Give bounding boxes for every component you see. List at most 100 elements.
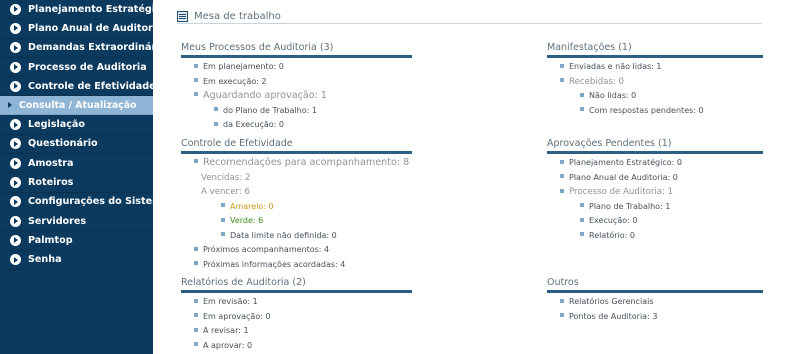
nav-label: Configurações do Sistema (28, 196, 169, 208)
list-item[interactable]: Verde: 6 (181, 214, 412, 229)
arrow-circle-icon (10, 22, 21, 34)
section-aprovacoes-pendentes: Aprovações Pendentes (1) Planejamento Es… (547, 138, 763, 243)
nav-servidores[interactable]: Servidores (0, 212, 153, 232)
nav-label: Legislação (28, 119, 86, 131)
list-item[interactable]: Plano de Trabalho: 1 (547, 200, 763, 215)
bullet-icon (560, 159, 564, 164)
arrow-circle-icon (10, 254, 21, 266)
page-header: Mesa de trabalho (177, 10, 762, 24)
nav-controle-efetividade[interactable]: Controle de Efetividade (0, 77, 156, 97)
nav-label: Servidores (28, 215, 87, 227)
nav-label: Roteiros (28, 177, 74, 189)
nav-label: Planejamento Estratégico (28, 3, 168, 15)
list-item[interactable]: Próximos acompanhamentos: 4 (181, 243, 412, 258)
link-pontos-auditoria[interactable]: Pontos de Auditoria: 3 (547, 310, 763, 325)
bullet-icon (221, 232, 225, 236)
list-item[interactable]: Planejamento Estratégico: 0 (547, 156, 763, 171)
section-title: Aprovações Pendentes (1) (547, 138, 763, 154)
list-item[interactable]: Em execução: 2 (181, 75, 412, 90)
list-item[interactable]: do Plano de Trabalho: 1 (181, 104, 412, 119)
list-item[interactable]: Vencidas: 2 (181, 171, 412, 186)
section-title: Meus Processos de Auditoria (3) (181, 42, 412, 58)
arrow-circle-icon (10, 196, 21, 208)
list-item[interactable]: Plano Anual de Auditoria: 0 (547, 171, 763, 186)
arrow-right-icon (8, 102, 12, 109)
list-item[interactable]: Processo de Auditoria: 1 (547, 185, 763, 200)
arrow-circle-icon (10, 177, 21, 189)
arrow-circle-icon (10, 3, 21, 15)
bullet-icon (214, 107, 218, 111)
bullet-icon (194, 78, 198, 82)
nav-configuracoes[interactable]: Configurações do Sistema (0, 193, 169, 212)
list-item[interactable]: A vencer: 6 (181, 185, 412, 200)
nav-amostra[interactable]: Amostra (0, 154, 153, 174)
bullet-icon (194, 246, 198, 251)
list-item[interactable]: Próximas informações acordadas: 4 (181, 258, 412, 273)
list-item[interactable]: Em planejamento: 0 (181, 60, 412, 75)
list-item[interactable]: Recomendações para acompanhamento: 8 (181, 156, 412, 171)
nav-label: Senha (28, 254, 62, 266)
list-item[interactable]: Enviadas e não lidas: 1 (547, 60, 763, 75)
bullet-icon (580, 107, 584, 111)
arrow-circle-icon (10, 234, 21, 246)
list-item[interactable]: Aguardando aprovação: 1 (181, 89, 412, 104)
main-content: Mesa de trabalho Meus Processos de Audit… (153, 0, 795, 354)
list-item[interactable]: A aprovar: 0 (181, 339, 412, 354)
nav-label: Demandas Extraordinárias (28, 42, 172, 54)
bullet-icon (580, 203, 584, 207)
list-item[interactable]: Recebidas: 0 (547, 75, 763, 90)
list-item[interactable]: Com respostas pendentes: 0 (547, 104, 763, 119)
nav-questionario[interactable]: Questionário (0, 135, 153, 155)
nav-label: Processo de Auditoria (28, 61, 147, 73)
nav-legislacao[interactable]: Legislação (0, 115, 153, 135)
nav-roteiros[interactable]: Roteiros (0, 173, 153, 193)
section-title: Relatórios de Auditoria (2) (181, 277, 412, 293)
bullet-icon (560, 313, 564, 317)
nav-palmtop[interactable]: Palmtop (0, 231, 153, 251)
bullet-icon (560, 188, 564, 193)
list-item[interactable]: A revisar: 1 (181, 324, 412, 339)
section-meus-processos: Meus Processos de Auditoria (3) Em plane… (181, 42, 412, 133)
bullet-icon (194, 298, 198, 303)
list-item[interactable]: Data limite não definida: 0 (181, 229, 412, 244)
bullet-icon (560, 298, 564, 303)
list-item[interactable]: da Execução: 0 (181, 118, 412, 133)
nav-planejamento-estrategico[interactable]: Planejamento Estratégico (0, 0, 167, 20)
section-title: Controle de Efetividade (181, 138, 412, 154)
arrow-circle-icon (10, 119, 21, 131)
list-item[interactable]: Em revisão: 1 (181, 295, 412, 310)
bullet-icon (214, 121, 218, 126)
nav-processo-auditoria[interactable]: Processo de Auditoria (0, 58, 153, 78)
nav-sub-consulta-atualizacao[interactable]: Consulta / Atualização (0, 96, 153, 116)
bullet-icon (580, 232, 584, 236)
bullet-icon (194, 327, 198, 332)
nav-demandas-extraordinarias[interactable]: Demandas Extraordinárias (0, 39, 172, 58)
arrow-circle-icon (10, 157, 21, 169)
nav-label: Plano Anual de Auditoria (28, 22, 163, 34)
desk-icon (177, 11, 188, 22)
list-item[interactable]: Amarelo: 0 (181, 200, 412, 215)
link-relatorios-gerenciais[interactable]: Relatórios Gerenciais (547, 295, 763, 310)
bullet-icon (194, 159, 198, 163)
sidebar: Planejamento Estratégico Plano Anual de … (0, 0, 172, 354)
bullet-icon (580, 217, 584, 222)
bullet-icon (194, 261, 198, 265)
bullet-icon (194, 342, 198, 346)
list-item[interactable]: Execução: 0 (547, 214, 763, 229)
bullet-icon (221, 203, 225, 207)
bullet-icon (560, 174, 564, 178)
list-item[interactable]: Relatório: 0 (547, 229, 763, 244)
list-item[interactable]: Não lidas: 0 (547, 89, 763, 104)
nav-label: Controle de Efetividade (28, 80, 156, 92)
list-item[interactable]: Em aprovação: 0 (181, 310, 412, 325)
nav-sub-label: Consulta / Atualização (19, 99, 137, 111)
nav-senha[interactable]: Senha (0, 251, 153, 270)
nav-label: Palmtop (28, 234, 73, 246)
nav-plano-anual[interactable]: Plano Anual de Auditoria (0, 19, 163, 39)
bullet-icon (221, 217, 225, 222)
arrow-circle-icon (10, 42, 21, 54)
section-controle-efetividade: Controle de Efetividade Recomendações pa… (181, 138, 412, 272)
section-relatorios-auditoria: Relatórios de Auditoria (2) Em revisão: … (181, 277, 412, 353)
bullet-icon (580, 92, 584, 97)
page-title: Mesa de trabalho (194, 11, 281, 22)
